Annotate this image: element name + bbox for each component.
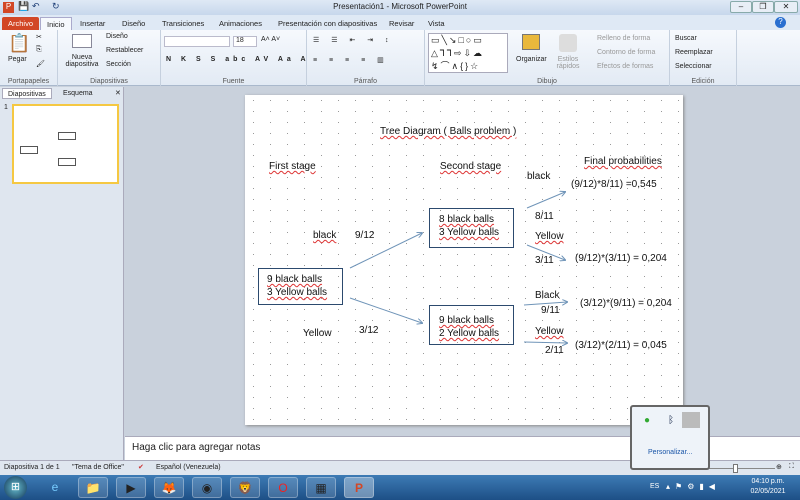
box-line: 3 Yellow balls bbox=[439, 227, 500, 238]
box-line: 3 Yellow balls bbox=[267, 287, 328, 298]
branch-prob: 3/11 bbox=[535, 255, 554, 266]
arrow-yy bbox=[523, 342, 567, 343]
ie-icon[interactable]: e bbox=[40, 477, 70, 498]
firefox-icon[interactable]: 🦊 bbox=[154, 477, 184, 498]
final-prob-2: (9/12)*(3/11) = 0,204 bbox=[575, 253, 667, 264]
box-second-yellow[interactable]: 9 black balls 2 Yellow balls bbox=[429, 305, 514, 345]
box-line: 2 Yellow balls bbox=[439, 328, 500, 339]
tray-icons[interactable]: ▴⚑⚙▮◀ bbox=[666, 482, 720, 491]
branch-label: black bbox=[313, 230, 337, 241]
spellcheck-icon[interactable]: ✔ bbox=[138, 463, 144, 471]
box-line: 9 black balls bbox=[267, 274, 323, 285]
tray-overflow-popup: ● ᛒ Personalizar... bbox=[630, 405, 710, 470]
branch-label: black bbox=[527, 171, 551, 182]
arrow-yellow-1 bbox=[349, 297, 422, 323]
branch-label: Yellow bbox=[303, 328, 332, 339]
branch-label: Yellow bbox=[535, 326, 564, 337]
box-first-stage[interactable]: 9 black balls 3 Yellow balls bbox=[258, 268, 343, 305]
arrow-bb bbox=[526, 192, 565, 209]
second-stage-label: Second stage bbox=[440, 161, 502, 172]
slide-title: Tree Diagram ( Balls problem ) bbox=[380, 126, 517, 137]
box-line: 8 black balls bbox=[439, 214, 495, 225]
branch-prob: 2/11 bbox=[545, 345, 564, 356]
slide-indicator: Diapositiva 1 de 1 bbox=[4, 464, 60, 471]
branch-label: Black bbox=[535, 290, 560, 301]
language-indicator[interactable]: ES bbox=[650, 483, 659, 490]
pen-icon[interactable] bbox=[682, 412, 700, 428]
calculator-icon[interactable]: ▦ bbox=[306, 477, 336, 498]
final-prob-1: (9/12)*8/11) =0,545 bbox=[571, 179, 657, 190]
branch-prob: 9/12 bbox=[355, 230, 375, 241]
media-player-icon[interactable]: ▶ bbox=[116, 477, 146, 498]
zoom-in-icon[interactable]: ⊕ bbox=[776, 463, 782, 471]
box-line: 9 black balls bbox=[439, 315, 495, 326]
final-probabilities-label: Final probabilities bbox=[584, 156, 662, 167]
customize-link[interactable]: Personalizar... bbox=[648, 449, 692, 456]
bluetooth-icon[interactable]: ᛒ bbox=[668, 415, 674, 426]
brave-icon[interactable]: 🦁 bbox=[230, 477, 260, 498]
final-prob-3: (3/12)*(9/11) = 0,204 bbox=[580, 298, 672, 309]
device-icon[interactable]: ● bbox=[644, 415, 650, 426]
branch-prob: 8/11 bbox=[535, 211, 554, 222]
first-stage-label: First stage bbox=[269, 161, 316, 172]
notes-placeholder: Haga clic para agregar notas bbox=[132, 442, 261, 453]
clock-date[interactable]: 02/05/2021 bbox=[740, 488, 796, 495]
branch-prob: 9/11 bbox=[541, 305, 560, 316]
start-button[interactable]: ⊞ bbox=[4, 476, 27, 499]
chrome-icon[interactable]: ◉ bbox=[192, 477, 222, 498]
branch-label: Yellow bbox=[535, 231, 564, 242]
clock-time[interactable]: 04:10 p.m. bbox=[740, 478, 796, 485]
zoom-slider[interactable] bbox=[705, 468, 775, 469]
explorer-icon[interactable]: 📁 bbox=[78, 477, 108, 498]
zoom-slider-thumb[interactable] bbox=[733, 464, 738, 473]
language[interactable]: Español (Venezuela) bbox=[156, 464, 221, 471]
box-second-black[interactable]: 8 black balls 3 Yellow balls bbox=[429, 208, 514, 248]
opera-icon[interactable]: O bbox=[268, 477, 298, 498]
final-prob-4: (3/12)*(2/11) = 0,045 bbox=[575, 340, 667, 351]
powerpoint-taskbar-icon[interactable]: P bbox=[344, 477, 374, 498]
fit-slide-icon[interactable]: ⛶ bbox=[789, 463, 794, 471]
branch-prob: 3/12 bbox=[359, 325, 379, 336]
theme-name[interactable]: "Tema de Office" bbox=[72, 464, 124, 471]
taskbar: ⊞ e 📁 ▶ 🦊 ◉ 🦁 O ▦ P ES ▴⚑⚙▮◀ 04:10 p.m. … bbox=[0, 475, 800, 500]
